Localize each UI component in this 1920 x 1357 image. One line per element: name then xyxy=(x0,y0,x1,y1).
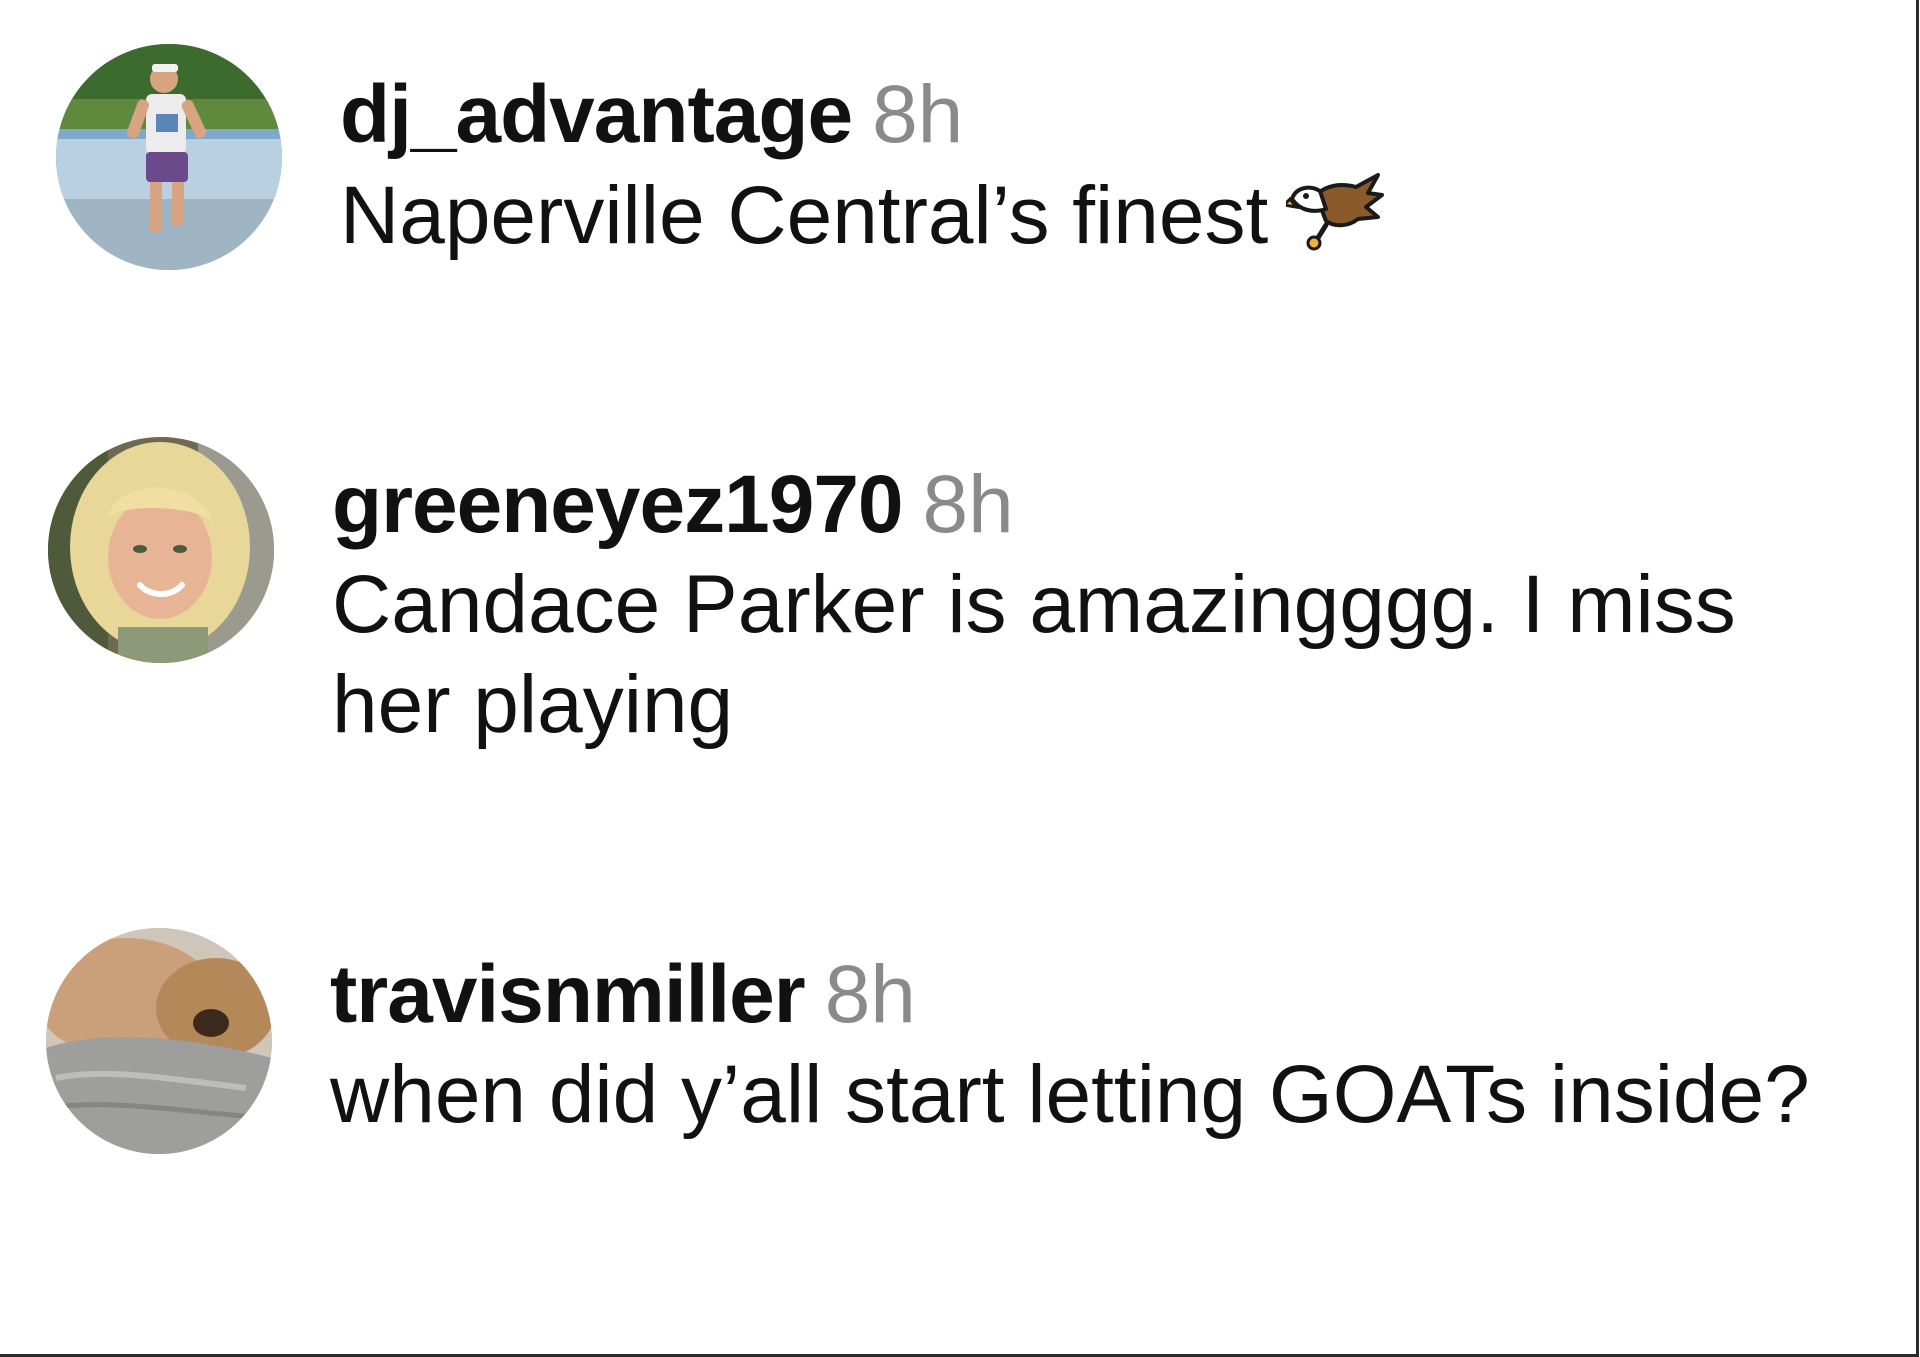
dog-avatar-image xyxy=(46,928,272,1154)
comment-body: dj_advantage 8h Naperville Central’s fine… xyxy=(340,65,1840,266)
comment-text: when did y’all start letting GOATs insid… xyxy=(330,1049,1810,1140)
username-link[interactable]: travisnmiller xyxy=(330,949,806,1040)
timestamp[interactable]: 8h xyxy=(872,69,963,160)
comment-text-content: Naperville Central’s finest xyxy=(340,170,1269,261)
avatar[interactable] xyxy=(48,437,274,663)
username-link[interactable]: dj_advantage xyxy=(340,69,853,160)
runner-avatar-image xyxy=(56,44,282,270)
timestamp[interactable]: 8h xyxy=(923,459,1014,550)
comment-item: dj_advantage 8h Naperville Central’s fine… xyxy=(0,40,1900,300)
avatar[interactable] xyxy=(56,44,282,270)
eagle-icon xyxy=(1281,165,1386,255)
comment-body: travisnmiller 8h when did y’all start let… xyxy=(330,945,1840,1145)
username-link[interactable]: greeneyez1970 xyxy=(332,459,904,550)
comment-header: greeneyez1970 8h xyxy=(332,455,1840,555)
woman-avatar-image xyxy=(48,437,274,663)
comment-item: travisnmiller 8h when did y’all start let… xyxy=(0,925,1900,1325)
comment-text: Naperville Central’s finest xyxy=(340,165,1840,266)
comment-header: travisnmiller 8h xyxy=(330,945,1840,1045)
comment-header: dj_advantage 8h xyxy=(340,65,1840,165)
timestamp[interactable]: 8h xyxy=(825,949,916,1040)
comment-body: greeneyez1970 8h Candace Parker is amazin… xyxy=(332,455,1840,755)
comment-item: greeneyez1970 8h Candace Parker is amazin… xyxy=(0,435,1900,815)
comments-panel: dj_advantage 8h Naperville Central’s fine… xyxy=(0,0,1919,1357)
avatar[interactable] xyxy=(46,928,272,1154)
comment-text: Candace Parker is amazingggg. I miss her… xyxy=(332,559,1736,750)
